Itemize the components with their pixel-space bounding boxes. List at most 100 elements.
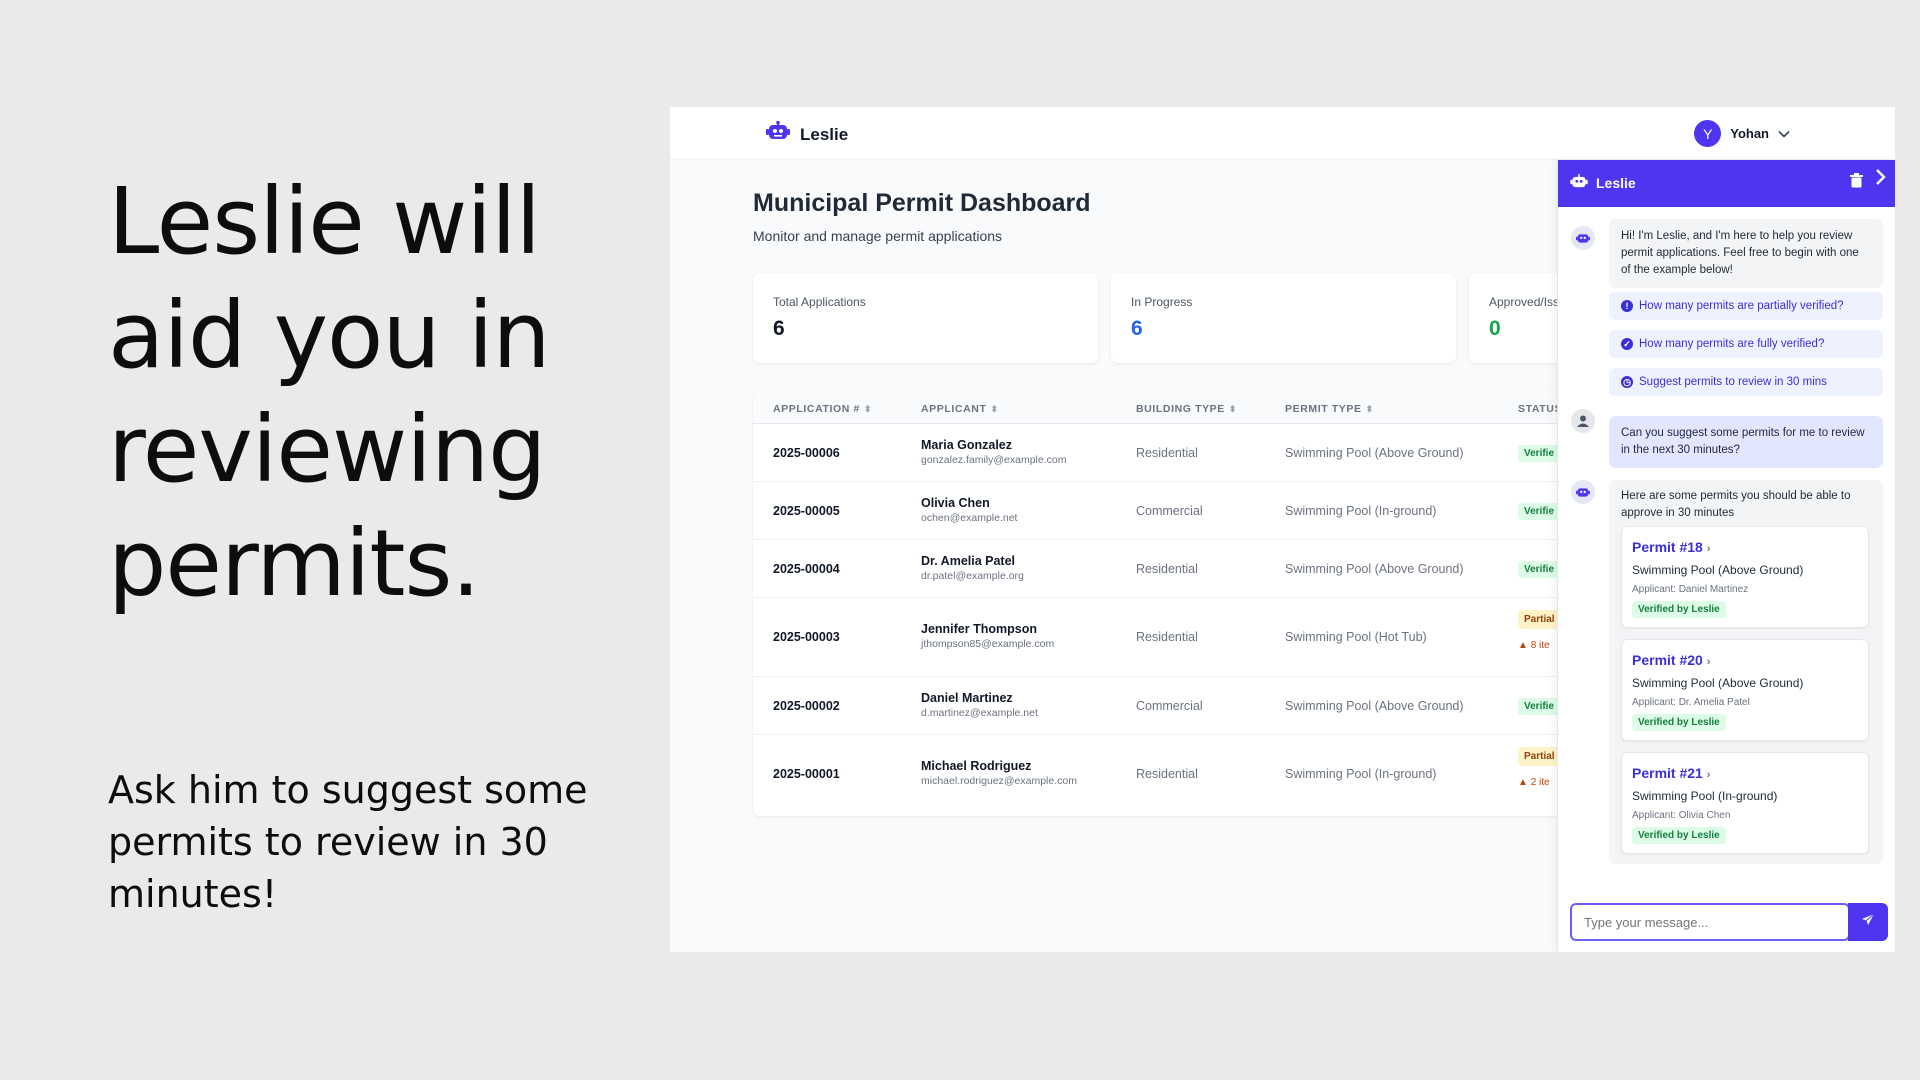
stat-value: 6 — [1131, 317, 1143, 340]
suggestion-30-mins[interactable]: ◷ Suggest permits to review in 30 mins — [1609, 368, 1883, 396]
sort-icon: ⬍ — [990, 404, 999, 414]
sort-icon: ⬍ — [863, 404, 873, 414]
permit-card-title[interactable]: Permit #18 › — [1632, 539, 1710, 555]
brand[interactable]: Leslie — [766, 120, 849, 148]
building-type: Residential — [1136, 630, 1198, 644]
permit-card[interactable]: Permit #20 › Swimming Pool (Above Ground… — [1621, 639, 1869, 741]
permit-card-type: Swimming Pool (Above Ground) — [1632, 563, 1804, 577]
sort-icon: ⬍ — [1228, 404, 1238, 414]
top-navbar: Leslie Y Yohan — [670, 107, 1895, 160]
building-type: Residential — [1136, 767, 1198, 781]
status-badge: Verifie — [1518, 561, 1561, 578]
bot-avatar — [1571, 226, 1595, 250]
page-title: Municipal Permit Dashboard — [753, 189, 1091, 217]
chevron-down-icon — [1778, 125, 1790, 143]
user-message: Can you suggest some permits for me to r… — [1609, 416, 1883, 468]
application-number: 2025-00004 — [773, 562, 840, 576]
reply-text: Here are some permits you should be able… — [1621, 490, 1851, 519]
building-type: Residential — [1136, 562, 1198, 576]
status-badge: Partial — [1518, 747, 1561, 766]
status-badge: Verifie — [1518, 445, 1561, 462]
application-number: 2025-00003 — [773, 630, 840, 644]
warning-icon: ▲ — [1518, 640, 1528, 651]
suggestion-partial[interactable]: ! How many permits are partially verifie… — [1609, 292, 1883, 320]
info-icon: ! — [1621, 300, 1633, 312]
applicant: Dr. Amelia Patel dr.patel@example.org — [921, 554, 1024, 582]
applicant: Olivia Chen ochen@example.net — [921, 496, 1018, 524]
verified-badge: Verified by Leslie — [1632, 827, 1726, 844]
stat-card-in-progress: In Progress 6 — [1111, 273, 1456, 363]
message-input[interactable] — [1572, 905, 1848, 939]
send-icon — [1861, 913, 1875, 932]
permit-type: Swimming Pool (Above Ground) — [1285, 562, 1464, 576]
permit-card-title[interactable]: Permit #21 › — [1632, 765, 1710, 781]
permit-type: Swimming Pool (Above Ground) — [1285, 699, 1464, 713]
brand-name: Leslie — [800, 124, 849, 144]
promo-subline: Ask him to suggest some permits to revie… — [108, 768, 588, 916]
col-applicant[interactable]: APPLICANT ⬍ — [921, 403, 999, 415]
chevron-right-icon: › — [1706, 543, 1711, 555]
permit-card-applicant: Applicant: Dr. Amelia Patel — [1632, 697, 1750, 708]
robot-icon — [1570, 174, 1588, 195]
status-badge: Partial — [1518, 610, 1561, 629]
bot-avatar — [1571, 480, 1595, 504]
applicant: Maria Gonzalez gonzalez.family@example.co… — [921, 438, 1067, 466]
check-icon: ✓ — [1621, 338, 1633, 350]
chat-header: Leslie — [1558, 160, 1895, 207]
building-type: Residential — [1136, 446, 1198, 460]
warning-note: ▲ 8 ite — [1518, 640, 1550, 651]
message-input-wrap — [1570, 903, 1850, 941]
permit-card-type: Swimming Pool (Above Ground) — [1632, 676, 1804, 690]
application-number: 2025-00002 — [773, 699, 840, 713]
sort-icon: ⬍ — [1365, 404, 1374, 414]
status-badge: Verifie — [1518, 698, 1561, 715]
user-avatar — [1571, 409, 1595, 433]
col-permit-type[interactable]: PERMIT TYPE ⬍ — [1285, 403, 1374, 415]
status-badge: Verifie — [1518, 503, 1561, 520]
permit-card-type: Swimming Pool (In-ground) — [1632, 789, 1778, 803]
chevron-right-icon: › — [1706, 769, 1711, 781]
permit-type: Swimming Pool (Above Ground) — [1285, 446, 1464, 460]
permit-card-title[interactable]: Permit #20 › — [1632, 652, 1710, 668]
chevron-right-icon[interactable] — [1875, 168, 1887, 192]
user-menu[interactable]: Y Yohan — [1694, 120, 1790, 147]
applicant: Jennifer Thompson jthompson85@example.com — [921, 622, 1055, 650]
robot-icon — [766, 120, 790, 148]
col-application[interactable]: APPLICATION # ⬍ — [773, 403, 872, 415]
stat-label: Total Applications — [773, 295, 866, 309]
application-number: 2025-00006 — [773, 446, 840, 460]
permit-card[interactable]: Permit #21 › Swimming Pool (In-ground) A… — [1621, 752, 1869, 854]
building-type: Commercial — [1136, 699, 1203, 713]
permit-card-applicant: Applicant: Daniel Martinez — [1632, 584, 1749, 595]
clock-icon: ◷ — [1621, 376, 1633, 388]
user-name: Yohan — [1730, 126, 1769, 141]
app-window: Leslie Y Yohan Municipal Permit Dashboar… — [670, 107, 1895, 952]
chevron-right-icon: › — [1706, 656, 1711, 668]
permit-card[interactable]: Permit #18 › Swimming Pool (Above Ground… — [1621, 526, 1869, 628]
applicant: Daniel Martinez d.martinez@example.net — [921, 691, 1038, 719]
promo-headline: Leslie will aid you in reviewing permits… — [108, 168, 551, 617]
stat-label: In Progress — [1131, 295, 1193, 309]
suggestion-fully-verified[interactable]: ✓ How many permits are fully verified? — [1609, 330, 1883, 358]
col-building-type[interactable]: BUILDING TYPE ⬍ — [1136, 403, 1237, 415]
page-subtitle: Monitor and manage permit applications — [753, 228, 1003, 244]
warning-note: ▲ 2 ite — [1518, 777, 1550, 788]
stat-value: 6 — [773, 317, 785, 340]
stat-label: Approved/Iss — [1489, 295, 1560, 309]
applicant: Michael Rodriguez michael.rodriguez@examp… — [921, 759, 1077, 787]
chat-panel: Leslie Hi! I'm Leslie, and I'm here to h… — [1557, 160, 1895, 952]
verified-badge: Verified by Leslie — [1632, 714, 1726, 731]
col-status[interactable]: STATUS — [1518, 403, 1562, 415]
permit-type: Swimming Pool (Hot Tub) — [1285, 630, 1427, 644]
verified-badge: Verified by Leslie — [1632, 601, 1726, 618]
building-type: Commercial — [1136, 504, 1203, 518]
avatar: Y — [1694, 120, 1722, 147]
permit-type: Swimming Pool (In-ground) — [1285, 767, 1437, 781]
application-number: 2025-00005 — [773, 504, 840, 518]
trash-icon[interactable] — [1850, 173, 1863, 191]
chat-title: Leslie — [1596, 175, 1636, 191]
permit-type: Swimming Pool (In-ground) — [1285, 504, 1437, 518]
bot-message: Hi! I'm Leslie, and I'm here to help you… — [1609, 219, 1883, 288]
send-button[interactable] — [1848, 903, 1888, 941]
stat-value: 0 — [1489, 317, 1501, 340]
